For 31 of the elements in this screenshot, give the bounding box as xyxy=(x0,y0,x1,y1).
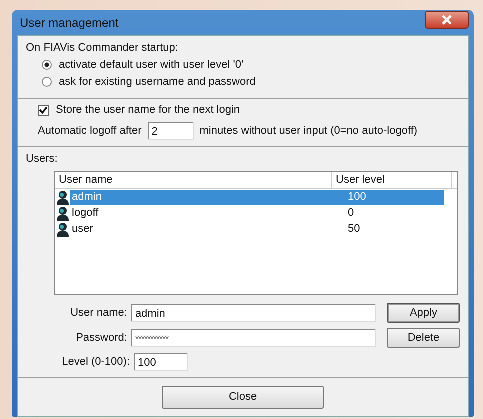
radio-button[interactable] xyxy=(42,77,52,87)
close-button[interactable] xyxy=(425,10,469,28)
field-label: Level (0-100): xyxy=(61,356,130,368)
radio-button[interactable] xyxy=(42,60,52,70)
level-field[interactable]: 100 xyxy=(134,353,188,371)
delete-button[interactable]: Delete xyxy=(387,328,460,348)
radio-label: activate default user with user level '0' xyxy=(59,59,244,71)
window-title: User management xyxy=(19,16,119,30)
field-label: Password: xyxy=(75,332,128,344)
close-button[interactable]: Close xyxy=(162,386,324,408)
section-heading: On FIAVis Commander startup: xyxy=(26,42,180,54)
apply-button[interactable]: Apply xyxy=(387,303,460,323)
column-header[interactable]: User level xyxy=(332,172,452,188)
checkbox[interactable] xyxy=(38,104,49,116)
password-field[interactable]: *********** xyxy=(131,329,376,347)
username-field[interactable]: admin xyxy=(131,304,376,322)
checkbox-label: Store the user name for the next login xyxy=(56,104,240,116)
minutes-field[interactable]: 2 xyxy=(148,122,194,140)
user-row[interactable]: admin 100 xyxy=(70,190,444,204)
close-icon xyxy=(441,14,453,24)
column-header[interactable]: User name xyxy=(55,172,332,188)
radio-label: ask for existing username and password xyxy=(59,76,256,88)
user-icon xyxy=(56,222,70,236)
logoff-hint: minutes without user input (0=no auto-logoff) xyxy=(200,125,418,137)
field-label: User name: xyxy=(70,307,128,319)
user-row[interactable]: user 50 xyxy=(70,222,444,236)
user-icon xyxy=(56,206,70,220)
section-heading: Users: xyxy=(26,153,59,165)
logoff-label: Automatic logoff after xyxy=(38,125,142,137)
user-icon xyxy=(56,190,70,204)
user-row[interactable]: logoff 0 xyxy=(70,206,444,220)
